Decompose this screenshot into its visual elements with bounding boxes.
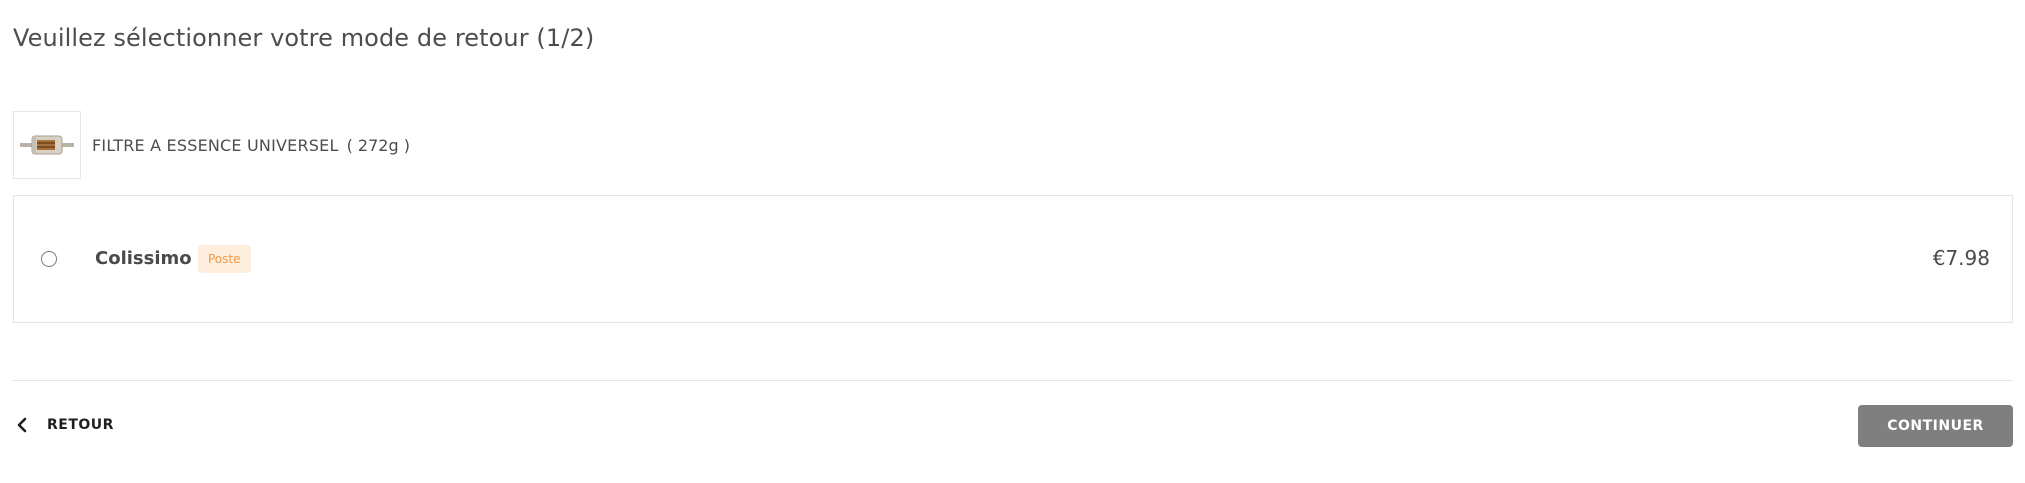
- fuel-filter-image: [20, 135, 74, 155]
- carrier-name: Colissimo: [95, 248, 192, 269]
- product-name: FILTRE A ESSENCE UNIVERSEL: [92, 135, 339, 155]
- product-row: FILTRE A ESSENCE UNIVERSEL ( 272g ): [13, 110, 410, 180]
- product-weight: ( 272g ): [346, 135, 410, 155]
- product-thumbnail: [13, 111, 81, 179]
- page-title: Veuillez sélectionner votre mode de reto…: [13, 24, 595, 52]
- shipping-option-colissimo[interactable]: Colissimo Poste €7.98: [13, 195, 2013, 323]
- carrier-badge: Poste: [198, 245, 251, 273]
- divider: [13, 380, 2013, 381]
- chevron-left-icon: [13, 416, 31, 434]
- back-button[interactable]: RETOUR: [13, 413, 114, 437]
- shipping-price: €7.98: [1932, 246, 1990, 270]
- return-mode-page: Veuillez sélectionner votre mode de reto…: [0, 0, 2025, 483]
- shipping-option-radio[interactable]: [41, 251, 57, 267]
- continue-button[interactable]: CONTINUER: [1858, 405, 2013, 447]
- back-label: RETOUR: [47, 417, 114, 433]
